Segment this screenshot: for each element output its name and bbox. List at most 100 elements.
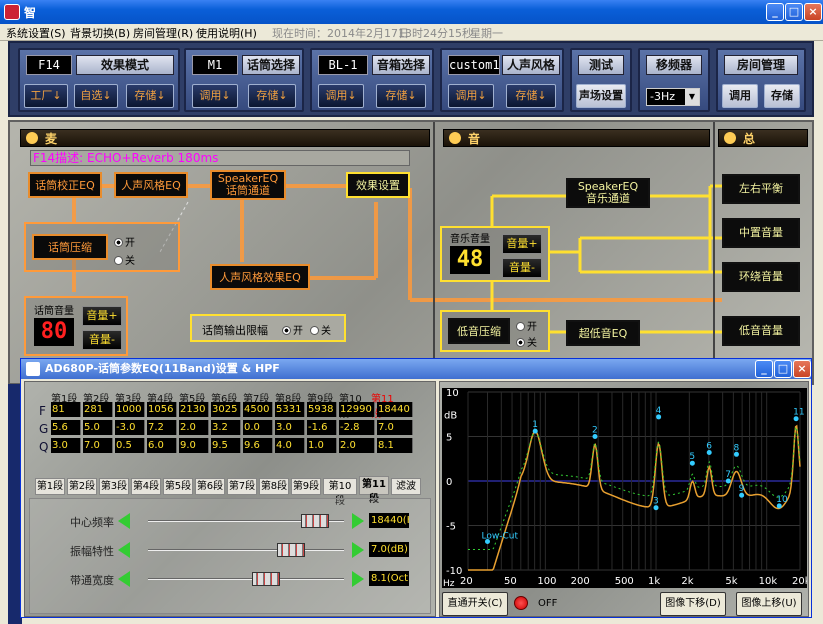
tab-band-11[interactable]: 第11段 bbox=[359, 476, 389, 505]
param-cell-f-6[interactable]: 3025 bbox=[211, 402, 241, 417]
music-volume-down-button[interactable]: 音量- bbox=[502, 258, 542, 278]
tab-band-9[interactable]: 第9段 bbox=[291, 478, 321, 495]
slider-thumb[interactable] bbox=[301, 514, 329, 528]
output-surround[interactable]: 环绕音量 bbox=[722, 262, 800, 292]
mic-volume-up-button[interactable]: 音量+ bbox=[82, 306, 122, 326]
menu-room[interactable]: 房间管理(R) bbox=[133, 25, 193, 41]
param-cell-g-11[interactable]: 7.0 bbox=[377, 420, 413, 435]
output-balance[interactable]: 左右平衡 bbox=[722, 174, 800, 204]
param-cell-q-1[interactable]: 3.0 bbox=[51, 438, 81, 453]
param-cell-g-9[interactable]: -1.6 bbox=[307, 420, 337, 435]
param-cell-f-7[interactable]: 4500 bbox=[243, 402, 273, 417]
room-load-button[interactable]: 调用 bbox=[722, 84, 758, 108]
param-cell-g-5[interactable]: 2.0 bbox=[179, 420, 209, 435]
bass-on-radio[interactable]: 开 bbox=[516, 318, 537, 333]
param-cell-f-4[interactable]: 1056 bbox=[147, 402, 177, 417]
factory-button[interactable]: 工厂↓ bbox=[24, 84, 68, 108]
tab-band-10[interactable]: 第10段 bbox=[323, 478, 357, 507]
param-cell-q-5[interactable]: 9.0 bbox=[179, 438, 209, 453]
menu-help[interactable]: 使用说明(H) bbox=[196, 25, 257, 41]
param-cell-f-2[interactable]: 281 bbox=[83, 402, 113, 417]
mic-compress-block[interactable]: 话筒压缩 bbox=[32, 234, 108, 260]
mic-store-button[interactable]: 存储↓ bbox=[248, 84, 296, 108]
param-cell-q-6[interactable]: 9.5 bbox=[211, 438, 241, 453]
arrow-left-icon[interactable] bbox=[118, 513, 130, 529]
voice-store-button[interactable]: 存储↓ bbox=[506, 84, 556, 108]
param-cell-q-10[interactable]: 2.0 bbox=[339, 438, 375, 453]
dialog-minimize-icon[interactable]: _ bbox=[755, 360, 773, 378]
close-icon[interactable]: × bbox=[804, 3, 822, 21]
effect-settings-block[interactable]: 效果设置 bbox=[346, 172, 410, 198]
speaker-eq-mic-block[interactable]: SpeakerEQ 话筒通道 bbox=[210, 170, 286, 200]
param-cell-f-10[interactable]: 12990 bbox=[339, 402, 375, 417]
param-cell-f-5[interactable]: 2130 bbox=[179, 402, 209, 417]
tab-band-6[interactable]: 第6段 bbox=[195, 478, 225, 495]
menu-background[interactable]: 背景切换(B) bbox=[70, 25, 130, 41]
speaker-eq-music-block[interactable]: SpeakerEQ 音乐通道 bbox=[566, 178, 650, 208]
maximize-icon[interactable]: □ bbox=[785, 3, 803, 21]
tab-band-12[interactable]: 滤波 bbox=[391, 478, 421, 495]
param-cell-f-3[interactable]: 1000 bbox=[115, 402, 145, 417]
param-cell-q-8[interactable]: 4.0 bbox=[275, 438, 305, 453]
mic-volume-down-button[interactable]: 音量- bbox=[82, 330, 122, 350]
tab-band-8[interactable]: 第8段 bbox=[259, 478, 289, 495]
dialog-close-icon[interactable]: × bbox=[793, 360, 811, 378]
dialog-maximize-icon[interactable]: □ bbox=[774, 360, 792, 378]
sound-field-button[interactable]: 声场设置 bbox=[576, 84, 626, 108]
param-cell-g-4[interactable]: 7.2 bbox=[147, 420, 177, 435]
bypass-button[interactable]: 直通开关(C) bbox=[442, 592, 508, 616]
music-volume-up-button[interactable]: 音量+ bbox=[502, 234, 542, 254]
tab-band-2[interactable]: 第2段 bbox=[67, 478, 97, 495]
output-bass[interactable]: 低音音量 bbox=[722, 316, 800, 346]
custom-button[interactable]: 自选↓ bbox=[74, 84, 118, 108]
mic-load-button[interactable]: 调用↓ bbox=[192, 84, 238, 108]
chevron-down-icon[interactable]: ▼ bbox=[685, 89, 699, 105]
mic-eq-block[interactable]: 话筒校正EQ bbox=[28, 172, 102, 198]
output-center[interactable]: 中置音量 bbox=[722, 218, 800, 248]
tab-band-5[interactable]: 第5段 bbox=[163, 478, 193, 495]
minimize-icon[interactable]: _ bbox=[766, 3, 784, 21]
voice-eq-block[interactable]: 人声风格EQ bbox=[114, 172, 188, 198]
compress-off-radio[interactable]: 关 bbox=[114, 252, 135, 267]
arrow-left-icon[interactable] bbox=[118, 571, 130, 587]
param-cell-g-10[interactable]: -2.8 bbox=[339, 420, 375, 435]
move-up-button[interactable]: 图像上移(U) bbox=[736, 592, 802, 616]
mic-limit-off-radio[interactable]: 关 bbox=[310, 322, 331, 337]
compress-on-radio[interactable]: 开 bbox=[114, 234, 135, 249]
param-cell-f-9[interactable]: 5938 bbox=[307, 402, 337, 417]
param-cell-g-6[interactable]: 3.2 bbox=[211, 420, 241, 435]
room-store-button[interactable]: 存储 bbox=[764, 84, 800, 108]
param-cell-g-1[interactable]: 5.6 bbox=[51, 420, 81, 435]
param-cell-q-3[interactable]: 0.5 bbox=[115, 438, 145, 453]
bass-compress-block[interactable]: 低音压缩 bbox=[448, 318, 510, 344]
param-cell-g-8[interactable]: 3.0 bbox=[275, 420, 305, 435]
arrow-right-icon[interactable] bbox=[352, 571, 364, 587]
param-cell-q-7[interactable]: 9.6 bbox=[243, 438, 273, 453]
arrow-left-icon[interactable] bbox=[118, 542, 130, 558]
voice-load-button[interactable]: 调用↓ bbox=[448, 84, 494, 108]
effect-store-button[interactable]: 存储↓ bbox=[126, 84, 174, 108]
eq-graph[interactable]: 1050-5-10dB20501002005001k2k5k10k20kHz12… bbox=[442, 388, 811, 589]
menu-system[interactable]: 系统设置(S) bbox=[6, 25, 66, 41]
param-cell-f-11[interactable]: 18440 bbox=[377, 402, 413, 417]
slider-thumb[interactable] bbox=[277, 543, 305, 557]
param-cell-q-2[interactable]: 7.0 bbox=[83, 438, 113, 453]
bass-off-radio[interactable]: 关 bbox=[516, 334, 537, 349]
param-cell-g-7[interactable]: 0.0 bbox=[243, 420, 273, 435]
param-cell-q-11[interactable]: 8.1 bbox=[377, 438, 413, 453]
param-cell-f-1[interactable]: 81 bbox=[51, 402, 81, 417]
slider-track[interactable] bbox=[148, 578, 344, 580]
tab-band-7[interactable]: 第7段 bbox=[227, 478, 257, 495]
arrow-right-icon[interactable] bbox=[352, 513, 364, 529]
slider-thumb[interactable] bbox=[252, 572, 280, 586]
tab-band-3[interactable]: 第3段 bbox=[99, 478, 129, 495]
mic-limit-on-radio[interactable]: 开 bbox=[282, 322, 303, 337]
param-cell-g-2[interactable]: 5.0 bbox=[83, 420, 113, 435]
arrow-right-icon[interactable] bbox=[352, 542, 364, 558]
param-cell-q-9[interactable]: 1.0 bbox=[307, 438, 337, 453]
slider-track[interactable] bbox=[148, 549, 344, 551]
tab-band-4[interactable]: 第4段 bbox=[131, 478, 161, 495]
param-cell-f-8[interactable]: 5331 bbox=[275, 402, 305, 417]
speaker-store-button[interactable]: 存储↓ bbox=[376, 84, 426, 108]
sub-eq-block[interactable]: 超低音EQ bbox=[566, 320, 640, 346]
